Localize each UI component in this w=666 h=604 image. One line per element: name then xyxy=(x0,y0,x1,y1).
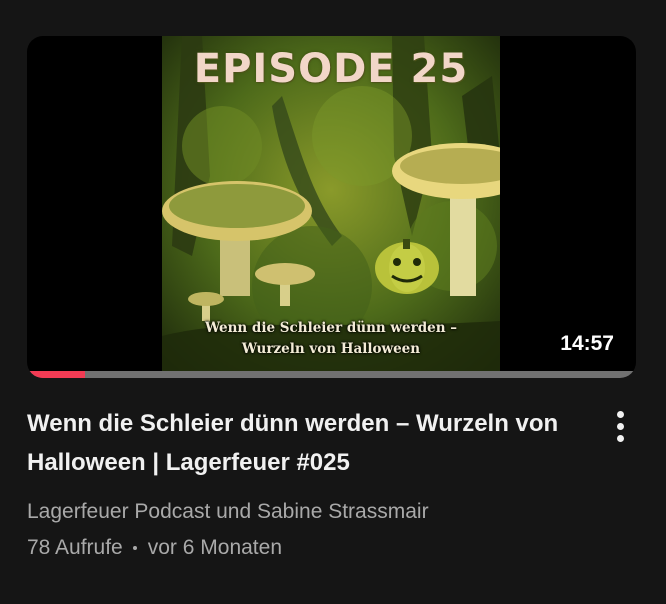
video-thumbnail[interactable]: EPISODE 25 Wenn die Schleier dünn werden… xyxy=(27,36,636,378)
more-vert-icon[interactable] xyxy=(604,406,636,446)
separator-dot xyxy=(132,546,137,550)
view-count: 78 Aufrufe xyxy=(27,536,123,559)
menu-dot xyxy=(616,422,624,430)
thumbnail-subtitle: Wenn die Schleier dünn werden – Wurzeln … xyxy=(162,318,500,360)
video-stats: 78 Aufrufe vor 6 Monaten xyxy=(27,536,282,560)
duration-badge: 14:57 xyxy=(560,332,614,355)
menu-dot xyxy=(616,434,624,442)
video-title[interactable]: Wenn die Schleier dünn werden – Wurzeln … xyxy=(27,404,587,482)
upload-age: vor 6 Monaten xyxy=(147,536,282,559)
channel-name[interactable]: Lagerfeuer Podcast und Sabine Strassmair xyxy=(27,500,429,524)
thumbnail-subtitle-line: Wenn die Schleier dünn werden – xyxy=(204,320,458,336)
episode-label: EPISODE 25 xyxy=(193,46,469,92)
thumbnail-subtitle-line: Wurzeln von Halloween xyxy=(241,341,421,357)
thumbnail-artwork: EPISODE 25 Wenn die Schleier dünn werden… xyxy=(162,36,500,378)
watch-progress-bar xyxy=(27,371,636,378)
video-card[interactable]: EPISODE 25 Wenn die Schleier dünn werden… xyxy=(0,0,666,604)
watch-progress-fill xyxy=(27,371,85,378)
menu-dot xyxy=(616,410,624,418)
